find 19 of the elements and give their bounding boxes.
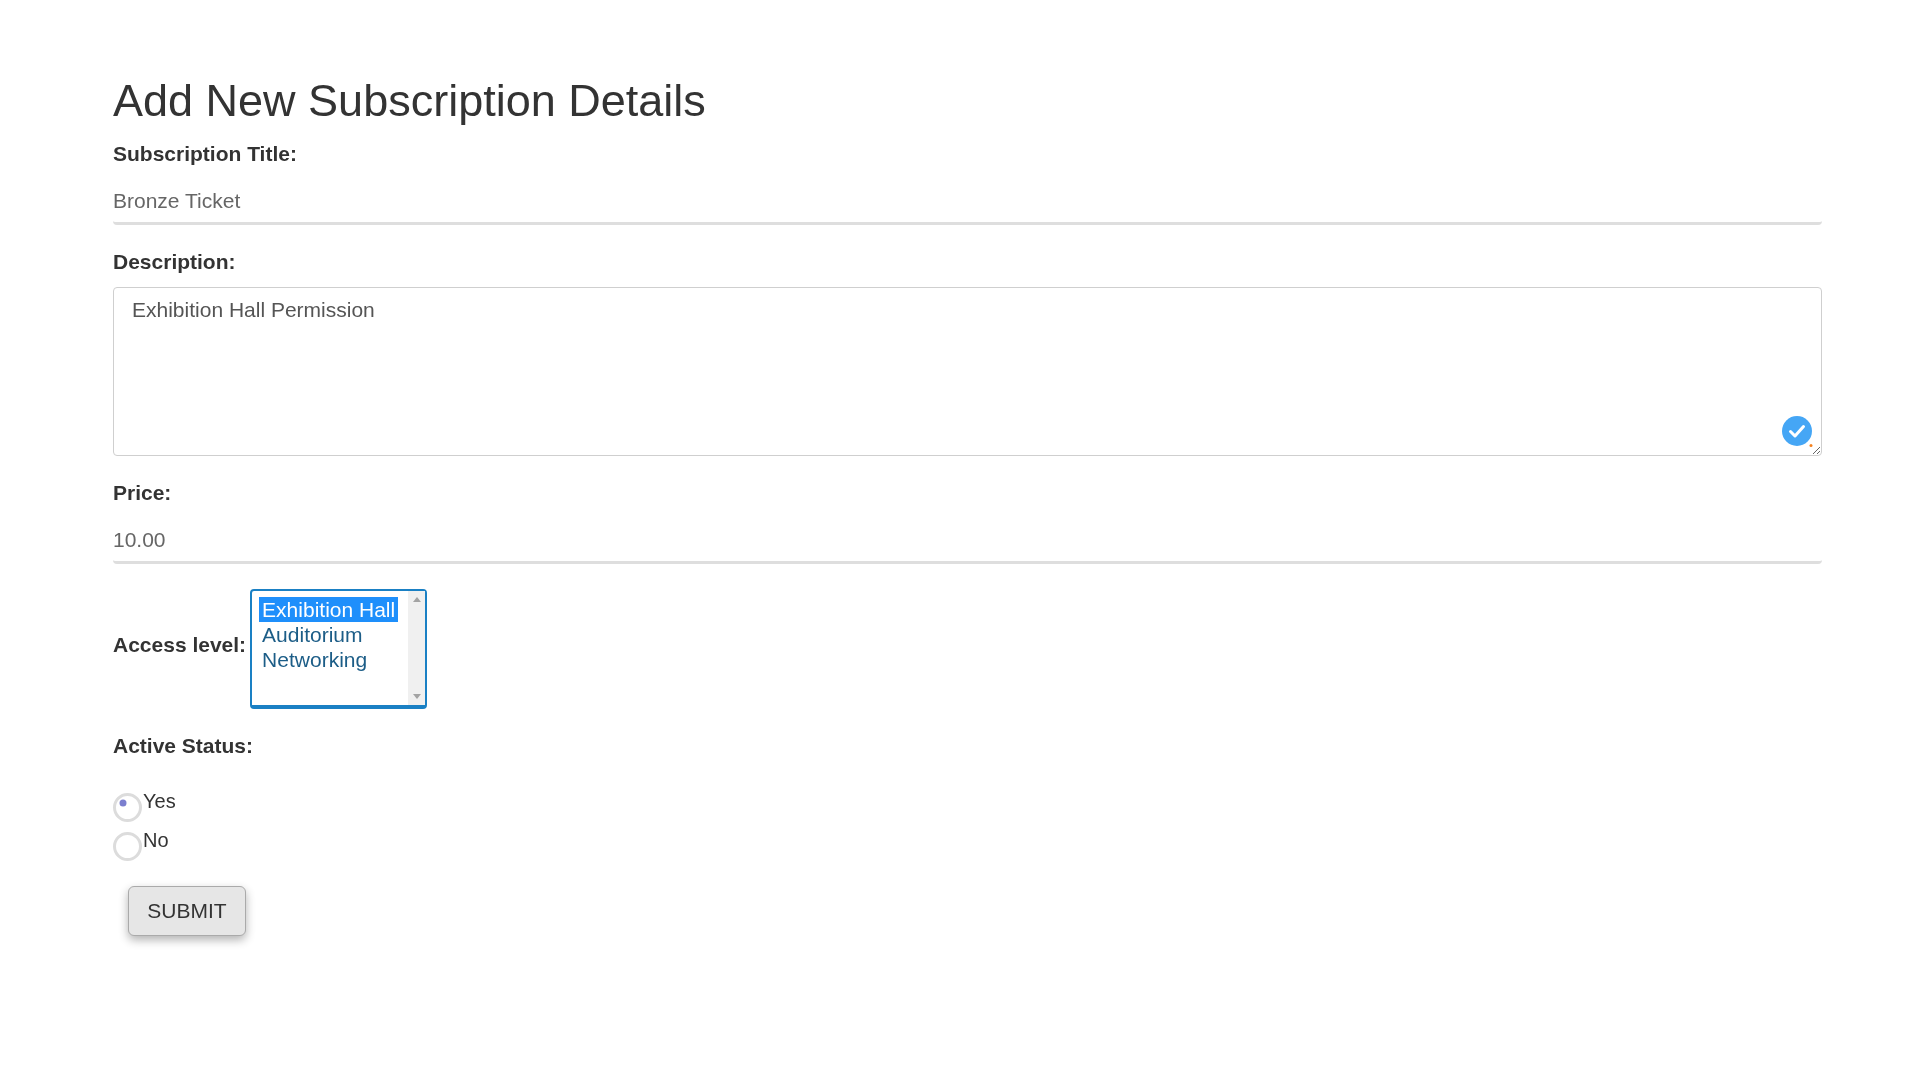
page-title: Add New Subscription Details xyxy=(113,75,706,127)
radio-label: Yes xyxy=(143,790,176,812)
check-icon[interactable] xyxy=(1782,416,1813,447)
radio-button[interactable] xyxy=(113,832,142,861)
field-label: Subscription Title: xyxy=(113,142,297,166)
scrollbar[interactable] xyxy=(408,591,426,705)
radio-label: No xyxy=(143,829,169,851)
field-label: Access level: xyxy=(113,633,247,657)
description-textarea[interactable]: Exhibition Hall Permission xyxy=(113,287,1822,456)
submit-button[interactable]: SUBMIT xyxy=(128,886,246,936)
listbox-option[interactable]: Networking xyxy=(259,647,371,672)
up-arrow-icon[interactable] xyxy=(412,597,421,602)
field-label: Active Status: xyxy=(113,734,254,758)
field-label: Description: xyxy=(113,250,236,274)
listbox-option[interactable]: Auditorium xyxy=(259,622,366,647)
field-label: Price: xyxy=(113,481,172,505)
listbox[interactable]: Exhibition Hall Auditorium Networking xyxy=(250,589,428,709)
radio-button[interactable] xyxy=(113,793,142,822)
down-arrow-icon[interactable] xyxy=(412,694,421,699)
